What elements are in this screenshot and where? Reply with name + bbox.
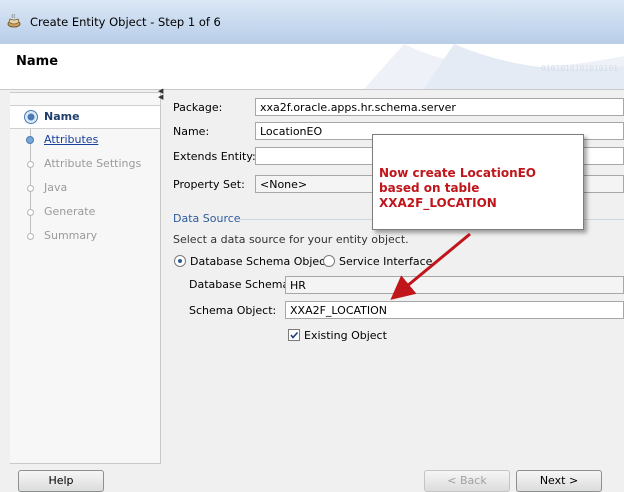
nav-item-name[interactable]: Name (10, 105, 160, 129)
step-dot-icon (27, 161, 34, 168)
package-field[interactable]: xxa2f.oracle.apps.hr.schema.server (255, 98, 624, 116)
nav-item-java: Java (10, 177, 160, 199)
data-source-heading: Data Source (173, 212, 241, 225)
step-dot-icon (26, 136, 34, 144)
existing-object-label[interactable]: Existing Object (304, 329, 387, 342)
property-set-label: Property Set: (173, 178, 245, 191)
nav-item-attribute-settings: Attribute Settings (10, 153, 160, 175)
database-schema-label: Database Schema: (189, 278, 293, 291)
step-title: Name (16, 54, 59, 69)
step-header: Name 0101010101010101 (0, 44, 624, 90)
extends-entity-label: Extends Entity: (173, 150, 256, 163)
database-schema-object-label[interactable]: Database Schema Object (190, 255, 330, 268)
back-button[interactable]: < Back (424, 470, 510, 492)
current-step-icon (24, 110, 38, 124)
header-binary-pattern: 0101010101010101 (540, 64, 618, 73)
existing-object-checkbox[interactable] (288, 329, 300, 341)
schema-object-field[interactable]: XXA2F_LOCATION (285, 301, 624, 319)
step-dot-icon (27, 209, 34, 216)
next-button[interactable]: Next > (516, 470, 602, 492)
schema-object-label: Schema Object: (189, 304, 277, 317)
database-schema-select[interactable]: HR (285, 276, 624, 294)
nav-item-label: Attribute Settings (44, 157, 142, 170)
step-dot-icon (27, 185, 34, 192)
service-interface-label[interactable]: Service Interface (339, 255, 432, 268)
window-title: Create Entity Object - Step 1 of 6 (30, 15, 221, 29)
nav-item-label: Attributes (44, 133, 99, 146)
nav-item-attributes[interactable]: Attributes (10, 129, 160, 151)
callout-text: Now create LocationEO based on table XXA… (379, 166, 537, 210)
nav-item-generate: Generate (10, 201, 160, 223)
checkmark-icon (290, 331, 299, 339)
nav-item-summary: Summary (10, 225, 160, 247)
jdeveloper-cup-icon (7, 13, 21, 28)
nav-item-label: Name (44, 110, 80, 123)
package-label: Package: (173, 101, 223, 114)
nav-item-label: Summary (44, 229, 98, 242)
step-dot-icon (27, 233, 34, 240)
wizard-step-nav: Name Attributes Attribute Settings Java … (10, 92, 161, 464)
annotation-callout: Now create LocationEO based on table XXA… (372, 134, 584, 230)
database-schema-object-radio[interactable] (174, 255, 186, 267)
help-button[interactable]: Help (18, 470, 104, 492)
title-bar: Create Entity Object - Step 1 of 6 (0, 0, 624, 45)
nav-item-label: Generate (44, 205, 96, 218)
name-label: Name: (173, 125, 210, 138)
data-source-description: Select a data source for your entity obj… (173, 233, 409, 246)
service-interface-radio[interactable] (323, 255, 335, 267)
nav-item-label: Java (44, 181, 68, 194)
